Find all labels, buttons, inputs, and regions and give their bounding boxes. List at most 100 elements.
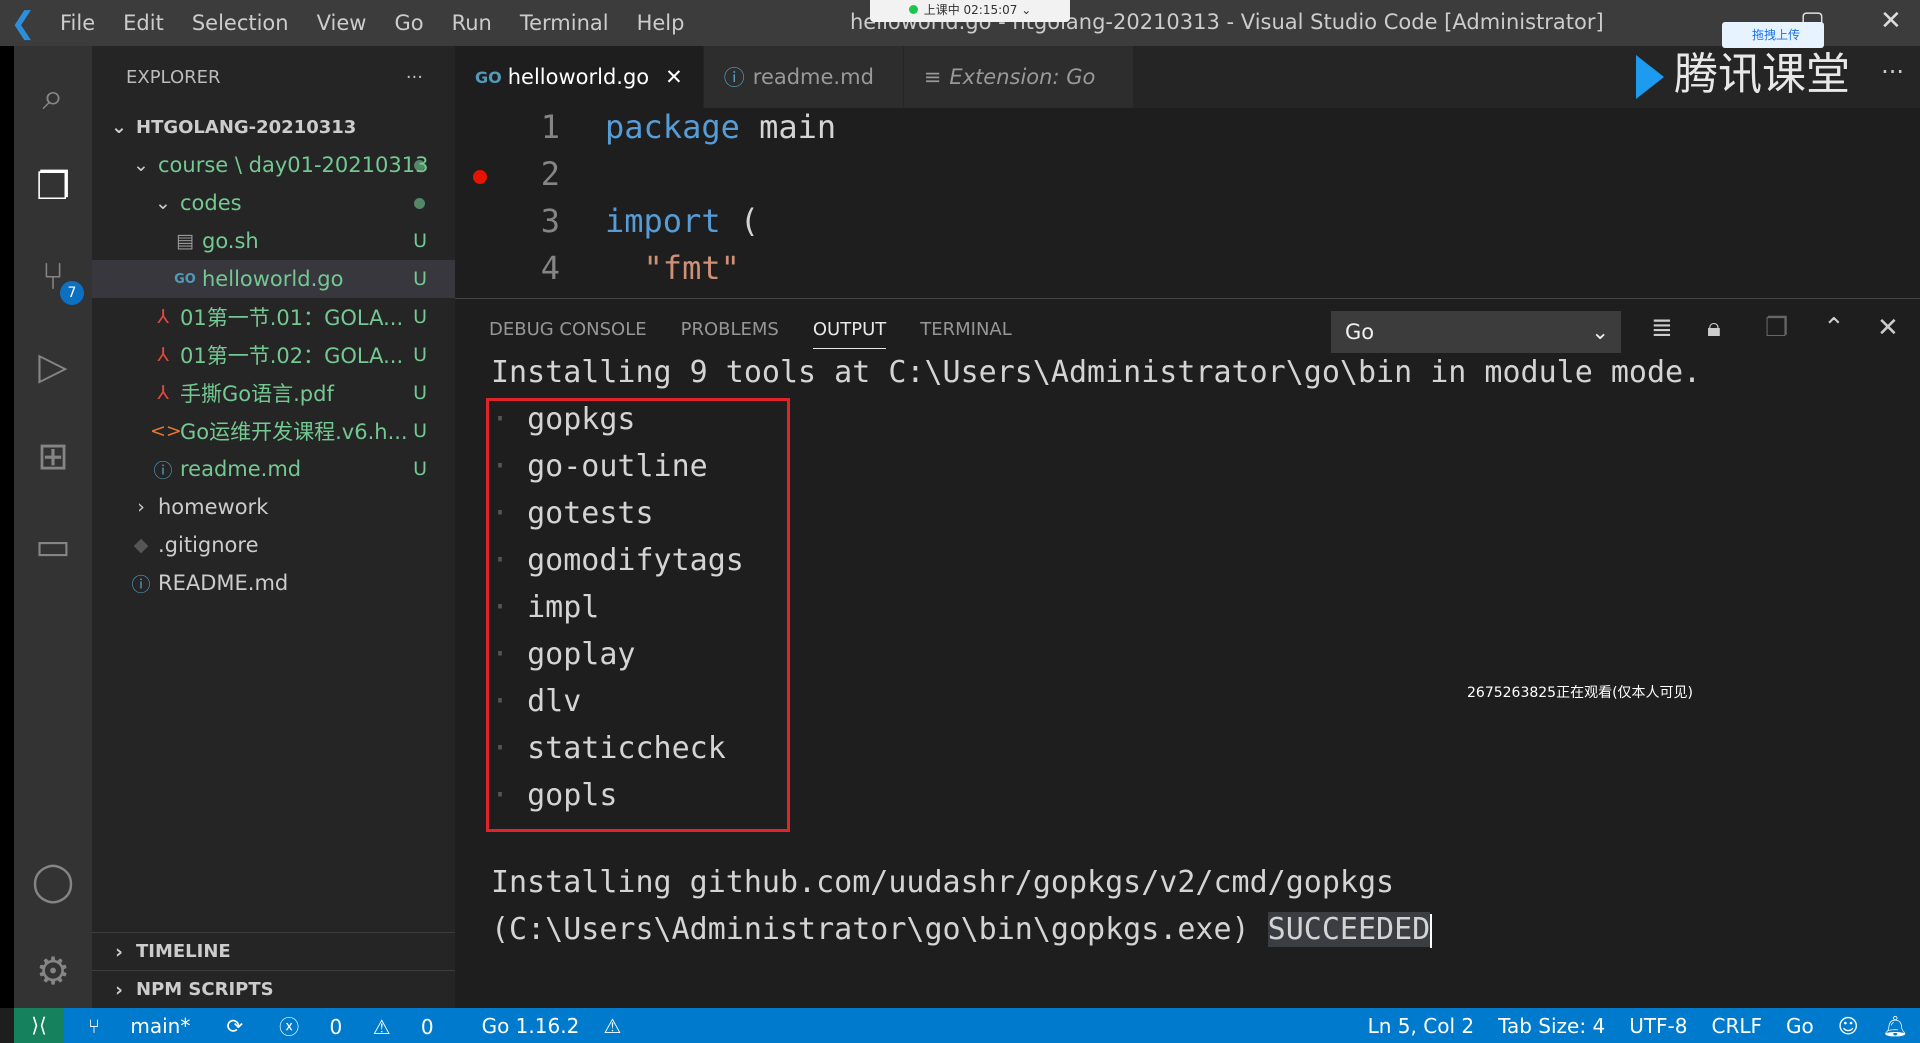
tree-item[interactable]: ⌄ course \ day01-20210313: [92, 146, 455, 184]
remote-explorer-icon[interactable]: ▭: [14, 511, 92, 581]
menu-terminal[interactable]: Terminal: [520, 11, 609, 35]
sync-icon[interactable]: ⟳: [226, 1014, 243, 1038]
problems-indicator[interactable]: ⓧ 0 ⚠ 0: [267, 1011, 445, 1040]
tree-item[interactable]: <> Go运维开发课程.v6.h... U: [92, 412, 455, 450]
menu-run[interactable]: Run: [452, 11, 492, 35]
cursor-position[interactable]: Ln 5, Col 2: [1368, 1014, 1474, 1038]
tab-terminal[interactable]: TERMINAL: [920, 319, 1012, 349]
tab-problems[interactable]: PROBLEMS: [681, 319, 779, 349]
tab-debug-console[interactable]: DEBUG CONSOLE: [489, 319, 647, 349]
code-line: "fmt": [643, 249, 740, 287]
explorer-sidebar: EXPLORER ··· ⌄ HTGOLANG-20210313 ⌄ course \…: [92, 46, 455, 1008]
branch-icon: ⑂: [88, 1013, 107, 1038]
notifications-bell-icon[interactable]: 🔔︎: [1883, 1014, 1908, 1038]
warning-icon: ⚠: [603, 1013, 622, 1038]
timeline-section[interactable]: › TIMELINE: [92, 932, 455, 970]
git-status-badge: U: [413, 268, 427, 290]
chevron-down-icon: ⌄: [111, 116, 127, 138]
explorer-icon[interactable]: ❐: [14, 151, 92, 221]
search-icon[interactable]: ⌕: [14, 61, 92, 131]
line-number: 2: [540, 155, 560, 193]
modified-dot-icon: [414, 197, 425, 209]
tree-item[interactable]: ⓘ README.md: [92, 564, 455, 602]
error-icon: ⓧ: [279, 1015, 306, 1039]
encoding[interactable]: UTF-8: [1629, 1014, 1687, 1038]
tab-helloworld-go[interactable]: GO helloworld.go ✕: [455, 46, 704, 108]
tab-readme-md[interactable]: ⓘ readme.md: [703, 46, 904, 108]
explorer-title: EXPLORER: [126, 66, 221, 88]
remote-indicator-icon[interactable]: ⟩⟨: [14, 1008, 64, 1043]
tree-item[interactable]: ◆ .gitignore: [92, 526, 455, 564]
upload-button[interactable]: 拖拽上传: [1722, 22, 1824, 48]
tree-item-label: course \ day01-20210313: [158, 153, 429, 177]
tree-item[interactable]: ⓘ readme.md U: [92, 450, 455, 488]
code-line: import (: [605, 202, 760, 240]
feedback-icon[interactable]: ☺: [1838, 1014, 1859, 1038]
tab-output[interactable]: OUTPUT: [812, 319, 887, 349]
line-number: 4: [540, 249, 560, 287]
maximize-panel-icon[interactable]: ⌃: [1823, 313, 1845, 343]
recording-indicator[interactable]: 上课中 02:15:07 ⌄: [870, 0, 1070, 22]
line-number: 3: [540, 202, 560, 240]
info-icon: ⓘ: [131, 573, 151, 596]
tree-item-label: homework: [158, 495, 269, 519]
tree-item-label: 手撕Go语言.pdf: [180, 382, 334, 406]
clear-output-icon[interactable]: ≣: [1651, 313, 1673, 343]
menu-file[interactable]: File: [60, 11, 95, 35]
more-actions-icon[interactable]: ···: [1881, 58, 1904, 86]
tree-item[interactable]: ▤ go.sh U: [92, 222, 455, 260]
code-line: package main: [605, 108, 837, 146]
code-editor[interactable]: 1 2 3 4 package main import ( "fmt": [455, 108, 1920, 298]
line-ending[interactable]: CRLF: [1712, 1014, 1763, 1038]
menu-edit[interactable]: Edit: [123, 11, 164, 35]
workspace-root[interactable]: ⌄ HTGOLANG-20210313: [92, 108, 455, 146]
play-logo-icon: [1636, 55, 1664, 99]
tree-item[interactable]: ⅄ 01第一节.01：GOLA... U: [92, 298, 455, 336]
tree-item-label: 01第一节.02：GOLA...: [180, 344, 404, 368]
lock-scroll-icon[interactable]: 🔒︎: [1707, 313, 1721, 344]
close-tab-icon[interactable]: ✕: [665, 65, 683, 89]
recording-dot-icon: [908, 5, 918, 14]
npm-scripts-section[interactable]: › NPM SCRIPTS: [92, 970, 455, 1008]
menu-selection[interactable]: Selection: [192, 11, 289, 35]
close-panel-icon[interactable]: ✕: [1877, 313, 1899, 343]
menu-help[interactable]: Help: [637, 11, 685, 35]
menu-view[interactable]: View: [317, 11, 367, 35]
output-line: (C:\Users\Administrator\go\bin\gopkgs.ex…: [491, 912, 1433, 948]
tree-item[interactable]: ⅄ 01第一节.02：GOLA... U: [92, 336, 455, 374]
menu-go[interactable]: Go: [394, 11, 423, 35]
settings-gear-icon[interactable]: ⚙: [14, 936, 92, 1006]
git-icon: ◆: [133, 534, 149, 556]
extensions-icon[interactable]: ⊞: [14, 421, 92, 491]
account-icon[interactable]: ◯: [14, 846, 92, 916]
go-file-icon: GO: [475, 67, 502, 87]
tab-size[interactable]: Tab Size: 4: [1498, 1014, 1605, 1038]
git-branch[interactable]: ⑂ main*: [76, 1014, 202, 1038]
more-actions-icon[interactable]: ···: [406, 67, 423, 88]
pdf-icon: ⅄: [157, 344, 169, 366]
tree-item[interactable]: ⅄ 手撕Go语言.pdf U: [92, 374, 455, 412]
go-version-label: Go 1.16.2: [481, 1013, 580, 1038]
tree-item[interactable]: › homework: [92, 488, 455, 526]
tree-item[interactable]: GO helloworld.go U: [92, 260, 455, 298]
source-control-icon[interactable]: ⑂ 7: [14, 241, 92, 311]
git-status-badge: U: [413, 458, 427, 480]
left-strip: [0, 46, 14, 1008]
open-log-icon[interactable]: ❐: [1765, 313, 1788, 343]
branch-name: main*: [130, 1013, 191, 1038]
go-version[interactable]: Go 1.16.2 ⚠: [470, 1014, 634, 1038]
git-status-badge: U: [413, 382, 427, 404]
language-mode[interactable]: Go: [1786, 1014, 1814, 1038]
close-window-icon[interactable]: ✕: [1880, 6, 1902, 36]
info-icon: ⓘ: [723, 66, 745, 90]
run-debug-icon[interactable]: ▷: [14, 331, 92, 401]
output-channel-value: Go: [1345, 320, 1375, 344]
title-bar: ❮ File Edit Selection View Go Run Terminal Help…: [0, 0, 1920, 46]
tree-item[interactable]: ⌄ codes: [92, 184, 455, 222]
output-line: Installing 9 tools at C:\Users\Administr…: [491, 355, 1702, 390]
git-status-badge: U: [413, 420, 427, 442]
tab-extension-go[interactable]: ≡ Extension: Go: [903, 46, 1134, 108]
output-channel-select[interactable]: Go ⌄: [1331, 311, 1621, 353]
tree-item-label: helloworld.go: [202, 267, 344, 291]
workspace-root-label: HTGOLANG-20210313: [136, 116, 357, 138]
